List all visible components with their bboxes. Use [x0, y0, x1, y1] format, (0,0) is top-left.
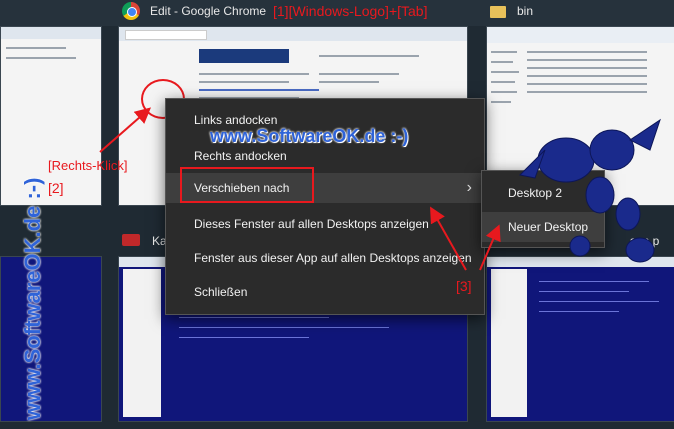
app-icon	[122, 234, 140, 246]
window-thumbnail-left[interactable]	[0, 26, 102, 206]
chrome-icon	[122, 2, 140, 20]
submenu-item-neuer-desktop[interactable]: Neuer Desktop	[482, 212, 604, 242]
annotation-step3: [3]	[456, 278, 472, 294]
menu-item-schliessen[interactable]: Schließen	[166, 277, 484, 307]
menu-item-fenster-app-alle-desktops[interactable]: Fenster aus dieser App auf allen Desktop…	[166, 243, 484, 273]
window-title-sen[interactable]: sen.p	[630, 234, 659, 248]
window-thumbnail-bottom-left[interactable]	[0, 256, 102, 422]
move-to-submenu: Desktop 2 Neuer Desktop	[481, 170, 605, 248]
chevron-right-icon: ›	[466, 179, 472, 196]
folder-icon	[490, 6, 506, 18]
annotation-step2: [2]	[48, 180, 64, 196]
window-title-bin[interactable]: bin	[517, 4, 533, 18]
watermark-horizontal: www.SoftwareOK.de :-)	[210, 126, 409, 146]
menu-item-dieses-fenster-alle-desktops[interactable]: Dieses Fenster auf allen Desktops anzeig…	[166, 209, 484, 239]
watermark-vertical: www.SoftwareOK.de :-)	[20, 177, 45, 420]
window-title-chrome[interactable]: Edit - Google Chrome	[150, 4, 266, 18]
submenu-item-desktop-2[interactable]: Desktop 2	[482, 178, 604, 208]
highlight-box-verschieben	[180, 167, 314, 203]
window-thumbnail-sen[interactable]	[486, 256, 674, 422]
annotation-right-click: [Rechts-Klick]	[48, 158, 128, 173]
annotation-step1: [1][Windows-Logo]+[Tab]	[273, 3, 428, 19]
